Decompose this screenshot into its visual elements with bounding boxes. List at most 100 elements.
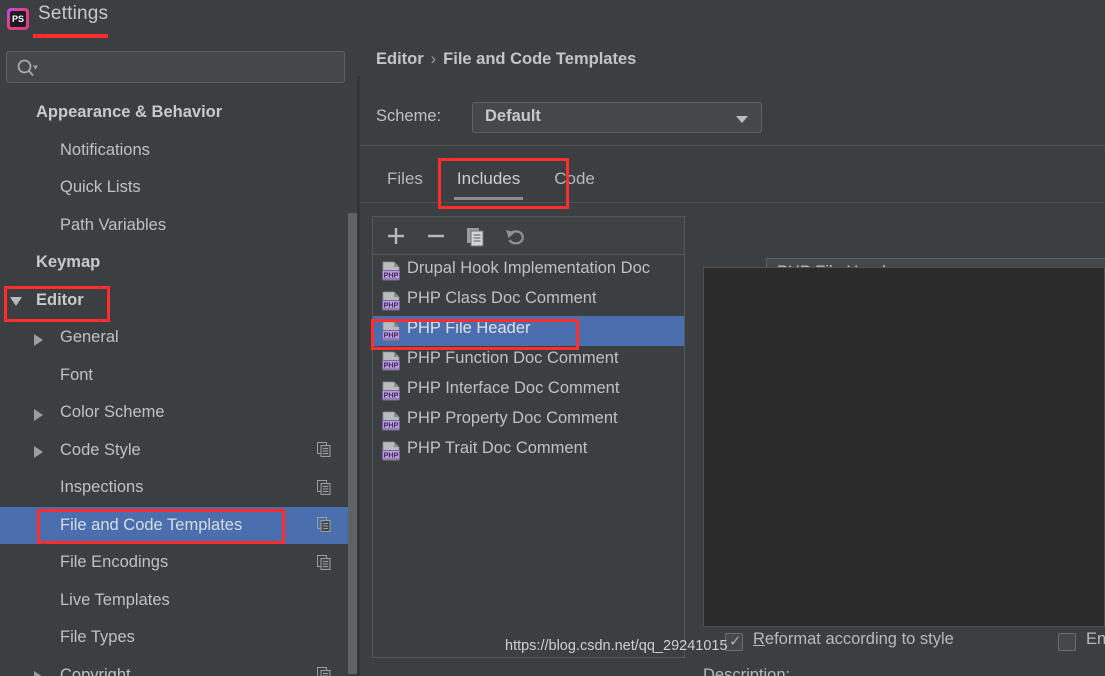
project-scope-icon <box>317 517 331 533</box>
sidebar-item-label: Appearance & Behavior <box>36 103 223 121</box>
copy-icon <box>467 228 484 247</box>
svg-text:PHP: PHP <box>384 390 399 399</box>
phpstorm-logo-text: PS <box>10 11 26 27</box>
list-item-label: Drupal Hook Implementation Doc <box>407 259 651 277</box>
breadcrumb-current: File and Code Templates <box>443 50 637 68</box>
sidebar-item-quick-lists[interactable]: Quick Lists <box>0 169 360 207</box>
scheme-value: Default <box>485 107 541 125</box>
reformat-label[interactable]: Reformat according to style <box>753 630 954 649</box>
reset-template-button[interactable] <box>503 224 529 248</box>
enable-checkbox[interactable] <box>1058 633 1076 651</box>
settings-tree: Appearance & Behavior Notifications Quick … <box>0 94 360 676</box>
chevron-right-icon[interactable] <box>34 408 43 421</box>
sidebar-item-editor[interactable]: Editor <box>0 282 360 320</box>
add-template-button[interactable] <box>383 224 409 248</box>
sidebar-item-code-style[interactable]: Code Style <box>0 432 360 470</box>
sidebar-item-label: Font <box>60 365 94 384</box>
tab-code[interactable]: Code <box>537 158 612 202</box>
template-code-editor[interactable] <box>703 267 1105 627</box>
chevron-right-icon[interactable] <box>34 333 43 346</box>
sidebar-item-file-types[interactable]: File Types <box>0 619 360 657</box>
scheme-dropdown[interactable]: Default <box>472 102 762 133</box>
list-item[interactable]: PHP Drupal Hook Implementation Doc <box>373 256 684 286</box>
header-divider <box>360 145 1105 146</box>
reformat-checkbox[interactable]: ✓ <box>725 633 743 651</box>
tab-label: Includes <box>456 169 521 188</box>
sidebar-scrollbar-thumb[interactable] <box>348 213 357 674</box>
chevron-right-icon[interactable] <box>34 671 43 676</box>
project-scope-icon <box>317 442 331 458</box>
sidebar-item-label: File and Code Templates <box>60 515 243 534</box>
sidebar-item-file-encodings[interactable]: File Encodings <box>0 544 360 582</box>
sidebar-item-copyright[interactable]: Copyright <box>0 657 360 676</box>
sidebar-item-label: Editor <box>36 290 84 309</box>
chevron-right-icon[interactable] <box>34 446 43 459</box>
sidebar-item-font[interactable]: Font <box>0 357 360 395</box>
list-item-label: PHP Property Doc Comment <box>407 409 618 427</box>
svg-text:PHP: PHP <box>384 300 399 309</box>
scheme-label: Scheme: <box>376 107 442 125</box>
php-file-icon: PHP <box>382 321 400 341</box>
title-bar: PS Settings <box>0 0 1105 38</box>
sidebar-item-label: Path Variables <box>60 215 167 234</box>
sidebar-item-label: Live Templates <box>60 590 170 609</box>
tab-files[interactable]: Files <box>370 158 440 202</box>
search-input[interactable] <box>6 51 345 83</box>
sidebar-item-color-scheme[interactable]: Color Scheme <box>0 394 360 432</box>
list-item-label: PHP Class Doc Comment <box>407 289 597 307</box>
project-scope-icon <box>317 554 331 570</box>
sidebar-item-general[interactable]: General <box>0 319 360 357</box>
tab-includes[interactable]: Includes <box>440 158 537 202</box>
svg-text:PHP: PHP <box>384 330 399 339</box>
template-list: PHP Drupal Hook Implementation Doc PHP PHP … <box>373 256 684 657</box>
sidebar-item-file-and-code-templates[interactable]: File and Code Templates <box>0 506 360 544</box>
window-title: Settings <box>38 3 109 24</box>
template-options: ✓ Reformat according to style Enab <box>703 630 1105 658</box>
svg-text:PHP: PHP <box>384 360 399 369</box>
tab-label: Code <box>554 169 595 188</box>
reformat-mnemonic: R <box>753 630 765 648</box>
enable-label[interactable]: Enab <box>1086 630 1105 649</box>
list-item-label: PHP Function Doc Comment <box>407 349 619 367</box>
sidebar-item-label: Inspections <box>60 478 144 496</box>
sidebar-item-label: Color Scheme <box>60 403 165 421</box>
sidebar-item-live-templates[interactable]: Live Templates <box>0 582 360 620</box>
watermark: https://blog.csdn.net/qq_29241015 <box>505 638 728 654</box>
list-item[interactable]: PHP PHP Trait Doc Comment <box>373 436 684 466</box>
tabs-divider <box>360 202 1105 203</box>
sidebar-item-path-variables[interactable]: Path Variables <box>0 207 360 245</box>
breadcrumb-parent[interactable]: Editor <box>376 50 424 68</box>
check-mark-icon: ✓ <box>729 633 742 650</box>
template-toolbar <box>373 217 684 255</box>
list-item[interactable]: PHP PHP Interface Doc Comment <box>373 376 684 406</box>
chevron-down-icon <box>736 116 748 123</box>
list-item[interactable]: PHP PHP File Header <box>373 316 684 346</box>
sidebar-item-appearance-behavior[interactable]: Appearance & Behavior <box>0 94 360 132</box>
sidebar-item-label: General <box>60 328 119 346</box>
sidebar-item-label: Copyright <box>60 665 131 676</box>
undo-arrow-icon <box>506 230 524 245</box>
sidebar-item-keymap[interactable]: Keymap <box>0 244 360 282</box>
list-item-label: PHP Interface Doc Comment <box>407 379 620 397</box>
php-file-icon: PHP <box>382 441 400 461</box>
remove-template-button[interactable] <box>423 224 449 248</box>
tab-label: Files <box>387 169 423 188</box>
copy-template-button[interactable] <box>463 224 489 248</box>
project-scope-icon <box>317 479 331 495</box>
sidebar-item-inspections[interactable]: Inspections <box>0 469 360 507</box>
settings-sidebar: Appearance & Behavior Notifications Quick … <box>0 38 360 676</box>
php-file-icon: PHP <box>382 411 400 431</box>
description-label: Description: <box>703 666 791 676</box>
sidebar-item-label: Keymap <box>36 253 101 271</box>
breadcrumb-separator-icon: › <box>430 50 437 68</box>
list-item[interactable]: PHP PHP Property Doc Comment <box>373 406 684 436</box>
sidebar-item-label: Notifications <box>60 140 150 159</box>
list-item[interactable]: PHP PHP Function Doc Comment <box>373 346 684 376</box>
chevron-down-icon[interactable] <box>10 297 22 307</box>
php-file-icon: PHP <box>382 261 400 281</box>
list-item[interactable]: PHP PHP Class Doc Comment <box>373 286 684 316</box>
active-tab-indicator <box>453 197 524 200</box>
template-list-panel: PHP Drupal Hook Implementation Doc PHP PHP … <box>372 216 685 658</box>
php-file-icon: PHP <box>382 381 400 401</box>
sidebar-item-notifications[interactable]: Notifications <box>0 132 360 170</box>
